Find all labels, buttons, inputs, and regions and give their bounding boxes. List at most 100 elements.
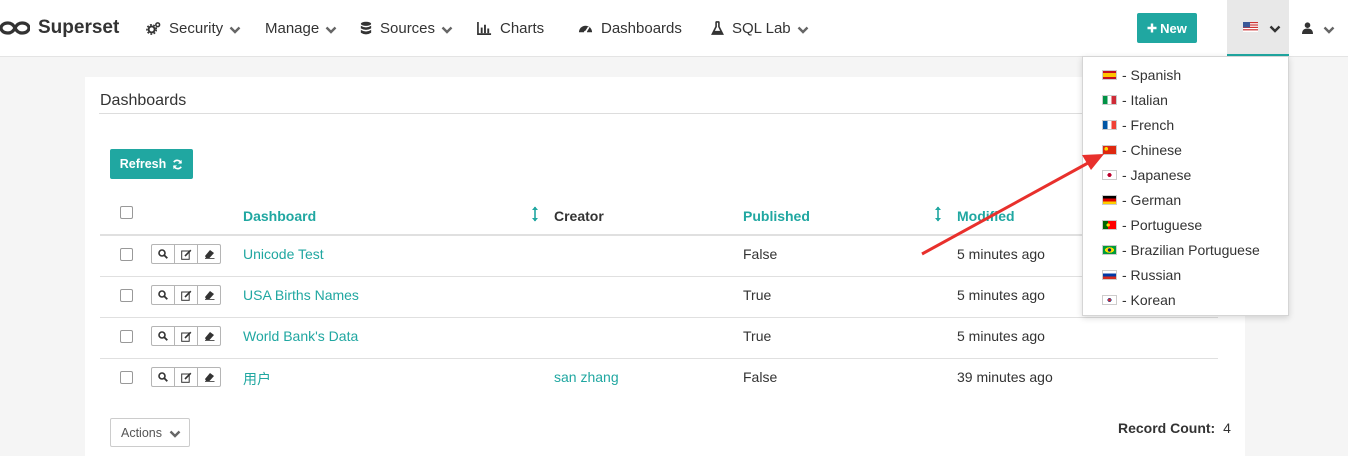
language-option-label: - Chinese xyxy=(1122,142,1182,158)
nav-charts[interactable]: Charts xyxy=(477,0,544,56)
language-option-japanese[interactable]: - Japanese xyxy=(1102,166,1191,184)
search-icon xyxy=(158,331,168,341)
record-count-label: Record Count: xyxy=(1118,420,1216,436)
nav-charts-label: Charts xyxy=(500,19,545,37)
row-checkbox[interactable] xyxy=(120,330,133,343)
nav-security[interactable]: Security xyxy=(146,0,241,56)
delete-button[interactable] xyxy=(198,327,220,345)
row-checkbox[interactable] xyxy=(120,248,133,261)
nav-manage[interactable]: Manage xyxy=(265,0,337,56)
language-toggle[interactable] xyxy=(1227,0,1289,56)
language-option-italian[interactable]: - Italian xyxy=(1102,91,1168,109)
page-title: Dashboards xyxy=(100,92,187,109)
russia-flag-icon xyxy=(1102,270,1117,280)
edit-button[interactable] xyxy=(175,327,198,345)
eraser-icon xyxy=(204,332,214,341)
edit-icon xyxy=(180,290,191,301)
language-option-portuguese[interactable]: - Portuguese xyxy=(1102,216,1202,234)
show-button[interactable] xyxy=(152,368,175,386)
germany-flag-icon xyxy=(1102,195,1117,205)
published-value: True xyxy=(743,328,772,344)
edit-button[interactable] xyxy=(175,368,198,386)
edit-icon xyxy=(180,331,191,342)
italy-flag-icon xyxy=(1102,95,1117,105)
edit-icon xyxy=(180,372,191,383)
language-option-label: - Italian xyxy=(1122,92,1168,108)
show-button[interactable] xyxy=(152,286,175,304)
language-option-brazilian-portuguese[interactable]: - Brazilian Portuguese xyxy=(1102,241,1260,259)
nav-sources[interactable]: Sources xyxy=(360,0,453,56)
new-button-label: New xyxy=(1160,20,1187,36)
row-divider xyxy=(100,317,1218,318)
row-checkbox[interactable] xyxy=(120,289,133,302)
japan-flag-icon xyxy=(1102,170,1117,180)
language-option-french[interactable]: - French xyxy=(1102,116,1174,134)
row-checkbox[interactable] xyxy=(120,371,133,384)
language-option-german[interactable]: - German xyxy=(1102,191,1181,209)
show-button[interactable] xyxy=(152,327,175,345)
france-flag-icon xyxy=(1102,120,1117,130)
modified-value: 5 minutes ago xyxy=(957,328,1045,344)
modified-value: 5 minutes ago xyxy=(957,246,1045,262)
published-value: False xyxy=(743,369,778,385)
row-actions xyxy=(151,244,221,264)
row-divider xyxy=(100,358,1218,359)
column-header-modified[interactable]: Modified xyxy=(957,208,1015,224)
chevron-down-icon xyxy=(229,26,241,34)
brand[interactable]: Superset xyxy=(0,14,119,42)
delete-button[interactable] xyxy=(198,286,220,304)
published-value: True xyxy=(743,287,772,303)
new-button[interactable]: New xyxy=(1137,13,1197,43)
nav-dashboards[interactable]: Dashboards xyxy=(578,0,682,56)
us-flag-icon xyxy=(1243,22,1258,32)
chevron-down-icon xyxy=(1269,25,1281,33)
record-count: Record Count: 4 xyxy=(1118,420,1231,436)
edit-button[interactable] xyxy=(175,286,198,304)
eraser-icon xyxy=(204,373,214,382)
language-option-label: - Spanish xyxy=(1122,67,1182,83)
bulk-actions-label: Actions xyxy=(121,425,162,440)
table-header-divider xyxy=(100,234,1218,236)
dashboard-link[interactable]: World Bank's Data xyxy=(243,328,358,344)
top-navbar: Superset Security Manage Sources Charts xyxy=(0,0,1348,57)
sort-icon[interactable] xyxy=(530,206,540,222)
delete-button[interactable] xyxy=(198,368,220,386)
search-icon xyxy=(158,290,168,300)
column-header-published[interactable]: Published xyxy=(743,208,810,224)
language-option-spanish[interactable]: - Spanish xyxy=(1102,66,1181,84)
chevron-down-icon xyxy=(797,26,809,34)
spain-flag-icon xyxy=(1102,70,1117,80)
row-actions xyxy=(151,367,221,387)
creator-link[interactable]: san zhang xyxy=(554,369,619,385)
plus-icon xyxy=(1147,23,1157,33)
record-count-value: 4 xyxy=(1223,420,1231,436)
select-all-checkbox[interactable] xyxy=(120,206,133,219)
edit-button[interactable] xyxy=(175,245,198,263)
column-header-dashboard[interactable]: Dashboard xyxy=(243,208,316,224)
flask-icon xyxy=(711,20,724,35)
chevron-down-icon xyxy=(441,26,453,34)
dashboard-link[interactable]: Unicode Test xyxy=(243,246,324,262)
language-option-russian[interactable]: - Russian xyxy=(1102,266,1181,284)
dashboard-link[interactable]: USA Births Names xyxy=(243,287,359,303)
search-icon xyxy=(158,249,168,259)
edit-icon xyxy=(180,249,191,260)
language-option-label: - Portuguese xyxy=(1122,217,1203,233)
chevron-down-icon xyxy=(1323,26,1335,34)
bulk-actions-dropdown[interactable]: Actions xyxy=(110,418,190,447)
refresh-button[interactable]: Refresh xyxy=(110,149,193,179)
language-option-label: - Korean xyxy=(1122,292,1176,308)
modified-value: 39 minutes ago xyxy=(957,369,1053,385)
china-flag-icon xyxy=(1102,145,1117,155)
nav-sql-lab[interactable]: SQL Lab xyxy=(711,0,809,56)
user-menu-toggle[interactable] xyxy=(1302,0,1335,56)
language-option-chinese[interactable]: - Chinese xyxy=(1102,141,1182,159)
refresh-icon xyxy=(173,159,183,169)
dashboard-link[interactable]: 用户 xyxy=(243,369,271,389)
language-option-korean[interactable]: - Korean xyxy=(1102,291,1176,309)
column-header-creator: Creator xyxy=(554,208,604,224)
sort-icon[interactable] xyxy=(933,206,943,222)
delete-button[interactable] xyxy=(198,245,220,263)
show-button[interactable] xyxy=(152,245,175,263)
language-menu: - Spanish - Italian - French - Chinese -… xyxy=(1082,56,1289,316)
